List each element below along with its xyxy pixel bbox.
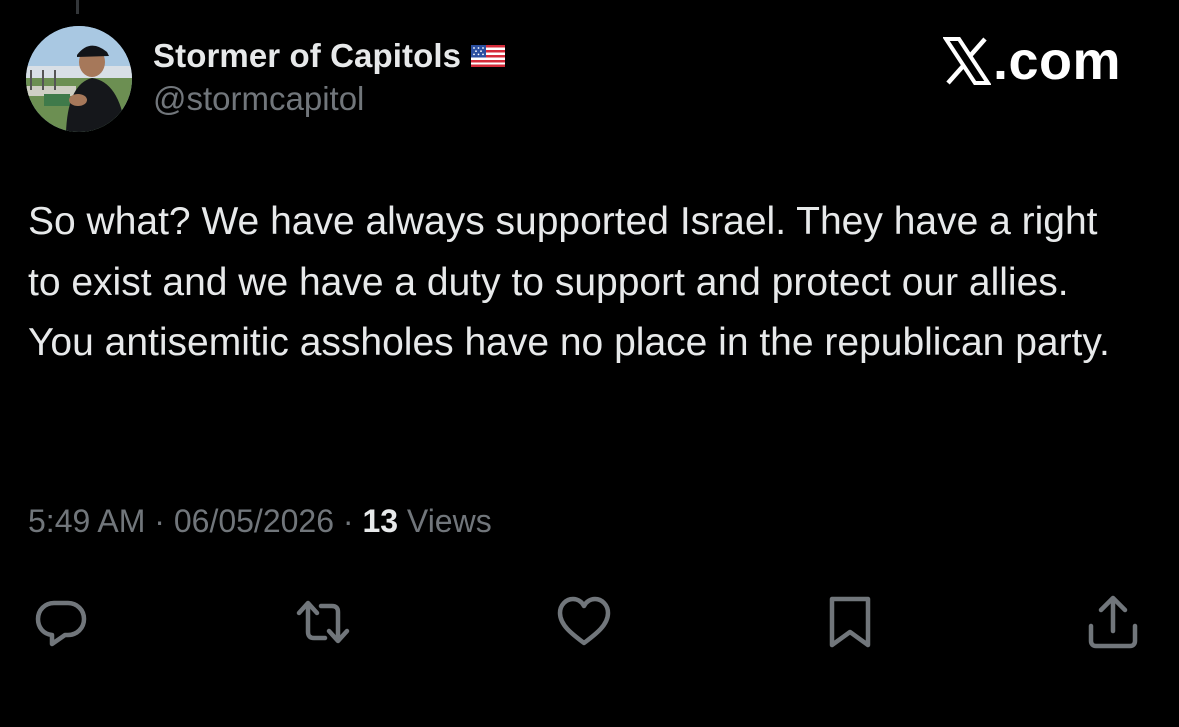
thread-connector-line (76, 0, 79, 14)
author-display-name[interactable]: Stormer of Capitols (153, 37, 461, 75)
tweet-time[interactable]: 5:49 AM (28, 503, 145, 540)
share-button[interactable] (1081, 590, 1145, 654)
site-brand: .com (942, 30, 1121, 92)
share-icon (1088, 595, 1138, 649)
author-name-row: Stormer of Capitols (153, 36, 506, 76)
meta-separator: · (334, 503, 363, 539)
reply-icon (35, 600, 87, 647)
us-flag-icon (471, 45, 506, 67)
bookmark-icon (829, 596, 871, 648)
views-count[interactable]: 13 (362, 503, 398, 540)
reply-button[interactable] (29, 590, 93, 654)
meta-separator: · (145, 503, 174, 539)
views-label: Views (398, 503, 492, 539)
tweet-meta: 5:49 AM · 06/05/2026 · 13 Views (28, 503, 492, 540)
action-bar (0, 590, 1179, 654)
bookmark-button[interactable] (818, 590, 882, 654)
retweet-icon (296, 600, 350, 644)
heart-icon (557, 596, 611, 646)
avatar-photo (26, 26, 132, 132)
x-logo-icon (942, 36, 992, 86)
retweet-button[interactable] (291, 590, 355, 654)
tweet-date[interactable]: 06/05/2026 (174, 503, 334, 540)
author-handle[interactable]: @stormcapitol (153, 80, 364, 118)
like-button[interactable] (552, 590, 616, 654)
avatar[interactable] (26, 26, 132, 132)
tweet-text: So what? We have always supported Israel… (28, 200, 1110, 364)
site-brand-text: .com (992, 31, 1121, 91)
